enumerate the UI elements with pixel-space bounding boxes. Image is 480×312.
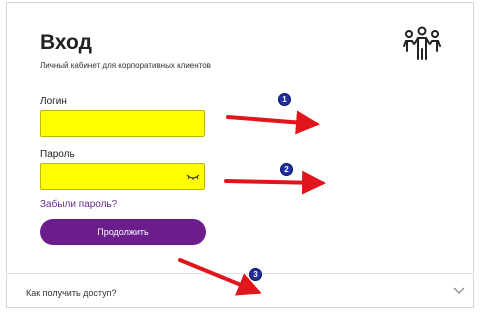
people-icon xyxy=(403,26,441,60)
page-title: Вход xyxy=(40,31,92,54)
login-label: Логин xyxy=(40,96,67,107)
eye-icon[interactable] xyxy=(186,171,200,181)
annotation-badge-1: 1 xyxy=(278,93,291,106)
forgot-password-link[interactable]: Забыли пароль? xyxy=(40,199,117,210)
divider xyxy=(7,273,473,274)
password-label: Пароль xyxy=(40,149,75,160)
page-subtitle: Личный кабинет для корпоративных клиенто… xyxy=(40,61,211,70)
how-to-get-access[interactable]: Как получить доступ? xyxy=(26,288,117,298)
password-input[interactable] xyxy=(40,163,205,190)
annotation-badge-2: 2 xyxy=(280,163,293,176)
chevron-down-icon[interactable] xyxy=(453,287,465,295)
annotation-badge-3: 3 xyxy=(249,268,262,281)
login-input[interactable] xyxy=(40,110,205,137)
continue-button[interactable]: Продолжить xyxy=(40,219,206,245)
